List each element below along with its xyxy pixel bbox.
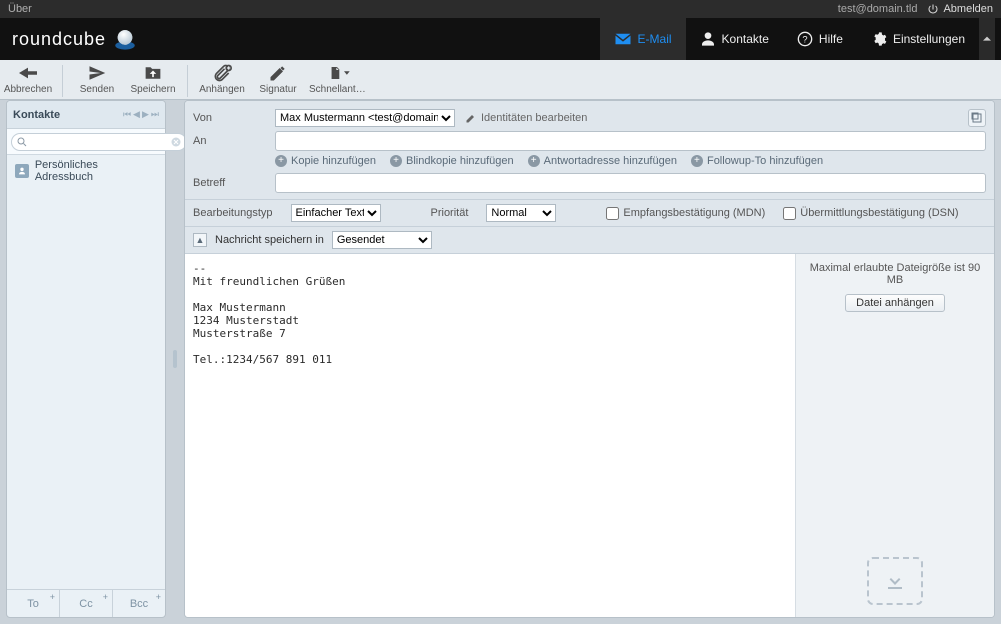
maximize-icon [971, 112, 983, 124]
priority-label: Priorität [431, 207, 469, 219]
savein-select[interactable]: Gesendet [332, 231, 432, 249]
subject-label: Betreff [193, 177, 269, 189]
chevron-up-icon [983, 35, 991, 43]
tool-attach-label: Anhängen [199, 84, 245, 95]
nav-email-label: E-Mail [638, 32, 672, 46]
roundcube-logo-icon [112, 26, 138, 52]
current-user: test@domain.tld [838, 3, 918, 15]
to-label: An [193, 135, 269, 147]
save-folder-icon [143, 64, 163, 82]
pencil-icon [268, 63, 288, 83]
nav-contacts-label: Kontakte [722, 32, 769, 46]
sidebar-nav-first[interactable]: ⏮ [123, 109, 131, 120]
tool-signature-label: Signatur [259, 84, 296, 95]
nav-email[interactable]: E-Mail [600, 18, 686, 60]
to-input[interactable] [275, 131, 986, 151]
tool-signature[interactable]: Signatur [250, 63, 306, 101]
addressbook-item[interactable]: Persönliches Adressbuch [7, 155, 165, 187]
mdn-checkbox[interactable]: Empfangsbestätigung (MDN) [606, 207, 765, 220]
add-cc-button[interactable]: Cc+ [60, 590, 113, 617]
from-select[interactable]: Max Mustermann <test@domain.tld> [275, 109, 455, 127]
nav-more-caret[interactable] [979, 18, 995, 60]
paperclip-icon [212, 63, 232, 83]
power-icon [927, 3, 939, 15]
nav-contacts[interactable]: Kontakte [686, 18, 783, 60]
splitter[interactable] [172, 100, 178, 618]
logout-label: Abmelden [943, 3, 993, 15]
help-icon: ? [797, 31, 813, 47]
contact-search-input[interactable] [28, 136, 170, 148]
addressbook-label: Persönliches Adressbuch [35, 159, 157, 183]
back-arrow-icon [17, 64, 39, 82]
toolbar-separator [187, 65, 188, 97]
tool-save-label: Speichern [130, 84, 175, 95]
editortype-select[interactable]: Einfacher Text [291, 204, 381, 222]
nav-help-label: Hilfe [819, 32, 843, 46]
chevron-down-icon [344, 70, 350, 76]
attach-file-button[interactable]: Datei anhängen [845, 294, 945, 312]
tool-attach[interactable]: Anhängen [194, 63, 250, 101]
sidebar-nav-last[interactable]: ⏭ [151, 109, 159, 120]
sidebar-nav-prev[interactable]: ◀ [133, 109, 140, 120]
from-label: Von [193, 112, 269, 124]
svg-text:?: ? [802, 34, 807, 44]
tool-save[interactable]: Speichern [125, 63, 181, 101]
edit-identities-link[interactable]: Identitäten bearbeiten [465, 112, 587, 124]
toolbar-separator [62, 65, 63, 97]
add-bcc-link[interactable]: +Blindkopie hinzufügen [390, 155, 514, 167]
tool-send[interactable]: Senden [69, 63, 125, 101]
addressbook-icon [15, 164, 29, 178]
nav-settings-label: Einstellungen [893, 32, 965, 46]
brand: roundcube [6, 26, 138, 52]
sidebar-nav-next[interactable]: ▶ [142, 109, 149, 120]
add-bcc-button[interactable]: Bcc+ [113, 590, 165, 617]
compose-panel: Von Max Mustermann <test@domain.tld> Ide… [184, 100, 995, 618]
add-replyto-link[interactable]: +Antwortadresse hinzufügen [528, 155, 677, 167]
maximize-button[interactable] [968, 109, 986, 127]
editortype-label: Bearbeitungstyp [193, 207, 273, 219]
mail-icon [614, 32, 632, 46]
brand-text: roundcube [12, 29, 106, 50]
logout-link[interactable]: Abmelden [927, 3, 993, 15]
nav-help[interactable]: ? Hilfe [783, 18, 857, 60]
savein-label: Nachricht speichern in [215, 234, 324, 246]
sidebar-title: Kontakte [13, 109, 60, 121]
tool-responses[interactable]: Schnellantw... [306, 63, 372, 101]
add-cc-link[interactable]: +Kopie hinzufügen [275, 155, 376, 167]
dsn-checkbox[interactable]: Übermittlungsbestätigung (DSN) [783, 207, 958, 220]
pencil-icon [465, 112, 477, 124]
contacts-sidebar: Kontakte ⏮ ◀ ▶ ⏭ Persönliches Adressbuch [6, 100, 166, 618]
add-followup-link[interactable]: +Followup-To hinzufügen [691, 155, 823, 167]
subject-input[interactable] [275, 173, 986, 193]
tool-send-label: Senden [80, 84, 114, 95]
search-icon [16, 136, 28, 148]
maxsize-text: Maximal erlaubte Dateigröße ist 90 MB [804, 262, 986, 286]
tool-cancel-label: Abbrechen [4, 84, 52, 95]
gear-icon [871, 31, 887, 47]
priority-select[interactable]: Normal [486, 204, 556, 222]
dropzone[interactable] [867, 557, 923, 605]
nav-settings[interactable]: Einstellungen [857, 18, 979, 60]
message-body[interactable]: -- Mit freundlichen Grüßen Max Musterman… [185, 254, 796, 617]
send-icon [86, 64, 108, 82]
tool-responses-label: Schnellantw... [309, 84, 369, 95]
add-to-button[interactable]: To+ [7, 590, 60, 617]
tool-cancel[interactable]: Abbrechen [0, 63, 56, 101]
attachments-panel: Maximal erlaubte Dateigröße ist 90 MB Da… [796, 254, 994, 617]
collapse-options[interactable]: ▲ [193, 233, 207, 247]
person-icon [700, 31, 716, 47]
download-icon [883, 569, 907, 593]
document-icon [328, 63, 342, 83]
about-link[interactable]: Über [8, 3, 32, 15]
